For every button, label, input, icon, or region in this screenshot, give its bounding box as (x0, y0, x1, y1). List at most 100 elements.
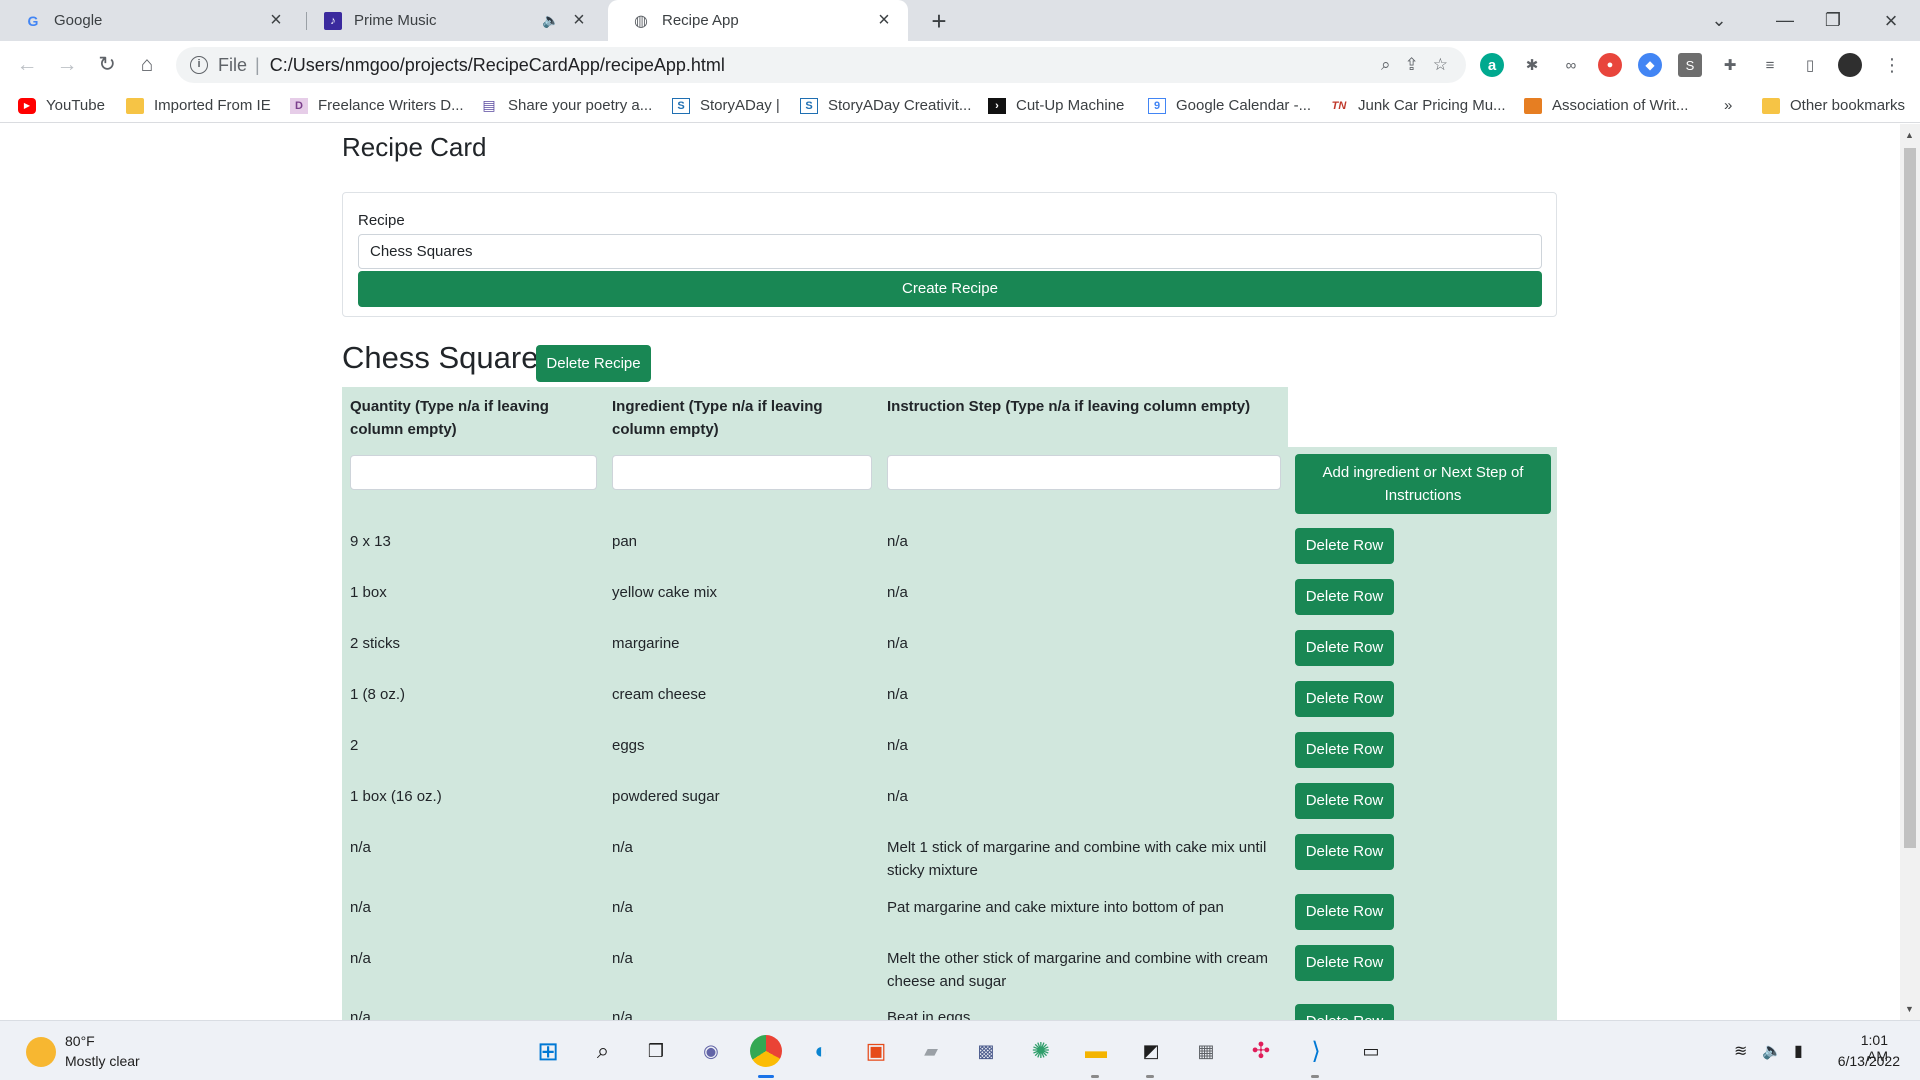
add-row-button[interactable]: Add ingredient or Next Step of Instructi… (1295, 454, 1551, 514)
store-icon[interactable]: ▩ (970, 1035, 1002, 1067)
edge-icon[interactable]: ◐ (805, 1035, 837, 1067)
terminal-icon[interactable]: ▭ (1355, 1035, 1387, 1067)
close-icon[interactable]: × (266, 9, 286, 32)
scroll-down-icon[interactable]: ▼ (1905, 1004, 1914, 1014)
create-recipe-button[interactable]: Create Recipe (358, 271, 1542, 307)
delete-recipe-button[interactable]: Delete Recipe (536, 345, 651, 382)
diamond-icon[interactable]: ◆ (1638, 53, 1662, 77)
tab-prime-music[interactable]: ♪ Prime Music 🔈 × (300, 0, 603, 41)
bookmark-association-writers[interactable]: Association of Writ... (1524, 97, 1688, 114)
scroll-up-icon[interactable]: ▲ (1905, 130, 1914, 140)
cell-ingredient: n/a (612, 950, 633, 967)
recipe-input[interactable]: Chess Squares (358, 234, 1542, 269)
delete-row-button[interactable]: Delete Row (1295, 630, 1394, 666)
volume-icon[interactable]: 🔈 (1762, 1041, 1782, 1061)
header-quantity: Quantity (Type n/a if leaving column emp… (350, 398, 549, 438)
bookmark-imported-from-ie[interactable]: Imported From IE (126, 97, 271, 114)
cell-quantity: 1 box (16 oz.) (350, 788, 442, 805)
bookmark-junk-car[interactable]: TN Junk Car Pricing Mu... (1330, 97, 1506, 114)
address-bar[interactable]: i File | C:/Users/nmgoo/projects/RecipeC… (176, 47, 1466, 83)
battery-icon[interactable]: ▮ (1794, 1041, 1803, 1061)
glasses-icon[interactable]: ∞ (1559, 53, 1583, 77)
search-icon[interactable]: ⌕ (587, 1035, 619, 1067)
scroll-thumb[interactable] (1904, 148, 1916, 848)
youtube-icon: ▶ (18, 97, 36, 114)
tab-recipe-app[interactable]: ◍ Recipe App × (608, 0, 908, 41)
window-close-icon[interactable]: × (1866, 0, 1916, 41)
speaker-icon[interactable]: 🔈 (541, 12, 561, 29)
reload-icon[interactable]: ↻ (90, 48, 124, 82)
delete-row-button[interactable]: Delete Row (1295, 732, 1394, 768)
close-icon[interactable]: × (569, 9, 589, 32)
back-icon[interactable]: ← (10, 48, 44, 82)
file-explorer-icon[interactable]: ▬ (1080, 1035, 1112, 1067)
bookmark-other[interactable]: Other bookmarks (1762, 97, 1905, 114)
close-icon[interactable]: × (874, 9, 894, 32)
delete-row-button[interactable]: Delete Row (1295, 834, 1394, 870)
quantity-input[interactable] (350, 455, 597, 490)
reddit-icon[interactable]: ● (1598, 53, 1622, 77)
forward-icon[interactable]: → (50, 48, 84, 82)
bookmarks-overflow[interactable]: » (1724, 97, 1732, 114)
puzzle-icon[interactable]: ✚ (1718, 53, 1742, 77)
new-tab-button[interactable]: + (924, 6, 954, 36)
home-icon[interactable]: ⌂ (130, 48, 164, 82)
bookmark-google-calendar[interactable]: 9 Google Calendar -... (1148, 97, 1311, 114)
calculator-icon[interactable]: ▦ (1190, 1035, 1222, 1067)
info-icon[interactable]: i (190, 56, 208, 74)
tab-strip: G Google × ♪ Prime Music 🔈 × ◍ Recipe Ap… (0, 0, 1920, 41)
sticky-notes-icon[interactable]: ◩ (1135, 1035, 1167, 1067)
bookmark-share-poetry[interactable]: ▤ Share your poetry a... (480, 97, 652, 114)
bug-icon[interactable]: ✱ (1520, 53, 1544, 77)
chrome-icon[interactable] (750, 1035, 782, 1067)
delete-row-button[interactable]: Delete Row (1295, 579, 1394, 615)
address-separator: | (255, 54, 260, 75)
bookmark-cut-up-machine[interactable]: › Cut-Up Machine (988, 97, 1124, 114)
clock-date[interactable]: 6/13/2022 (1828, 1053, 1900, 1069)
tab-google[interactable]: G Google × (0, 0, 300, 41)
avatar[interactable] (1838, 53, 1862, 77)
chat-icon[interactable]: ◉ (695, 1035, 727, 1067)
wifi-icon[interactable]: ≋ (1734, 1041, 1747, 1061)
tab-search-icon[interactable]: ⌄ (1694, 0, 1744, 41)
photos-icon[interactable]: ▰ (915, 1035, 947, 1067)
bookmark-storyaday-creativity[interactable]: S StoryADay Creativit... (800, 97, 971, 114)
windows-start-icon[interactable]: ⊞ (532, 1035, 564, 1067)
extension-a-icon[interactable]: a (1480, 53, 1504, 77)
delete-row-button[interactable]: Delete Row (1295, 783, 1394, 819)
office-icon[interactable]: ▣ (860, 1035, 892, 1067)
weather-desc[interactable]: Mostly clear (65, 1053, 140, 1069)
share-icon[interactable]: ⇪ (1405, 55, 1419, 75)
cell-instruction: n/a (887, 584, 908, 601)
ingredient-input[interactable] (612, 455, 872, 490)
delete-row-button[interactable]: Delete Row (1295, 681, 1394, 717)
atom-icon[interactable]: ✺ (1025, 1035, 1057, 1067)
weather-moon-icon[interactable] (26, 1037, 56, 1067)
page-scrollbar[interactable]: ▲ ▼ (1900, 124, 1920, 1020)
weather-temp[interactable]: 80°F (65, 1033, 95, 1049)
bookmark-freelance-writers[interactable]: D Freelance Writers D... (290, 97, 464, 114)
task-view-icon[interactable]: ❒ (640, 1035, 672, 1067)
menu-icon[interactable]: ⋮ (1880, 53, 1904, 77)
slack-icon[interactable]: ✣ (1245, 1035, 1277, 1067)
zoom-icon[interactable]: ⌕ (1381, 55, 1391, 75)
cell-quantity: 1 box (350, 584, 387, 601)
bookmark-youtube[interactable]: ▶ YouTube (18, 97, 105, 114)
running-indicator (1091, 1075, 1099, 1078)
extension-s-icon[interactable]: S (1678, 53, 1702, 77)
delete-row-button[interactable]: Delete Row (1295, 945, 1394, 981)
delete-row-button[interactable]: Delete Row (1295, 528, 1394, 564)
vscode-icon[interactable]: ⟩ (1300, 1035, 1332, 1067)
minimize-icon[interactable]: — (1760, 0, 1810, 41)
cell-ingredient: margarine (612, 635, 680, 652)
bookmark-storyaday[interactable]: S StoryADay | (672, 97, 780, 114)
side-panel-icon[interactable]: ▯ (1798, 53, 1822, 77)
delete-row-button[interactable]: Delete Row (1295, 1004, 1394, 1020)
restore-icon[interactable]: ❐ (1808, 0, 1858, 41)
instruction-input[interactable] (887, 455, 1281, 490)
cell-quantity: n/a (350, 950, 371, 967)
delete-row-button[interactable]: Delete Row (1295, 894, 1394, 930)
tab-title: Prime Music (354, 12, 437, 29)
bookmark-star-icon[interactable]: ☆ (1433, 55, 1448, 75)
reading-list-icon[interactable]: ≡ (1758, 53, 1782, 77)
